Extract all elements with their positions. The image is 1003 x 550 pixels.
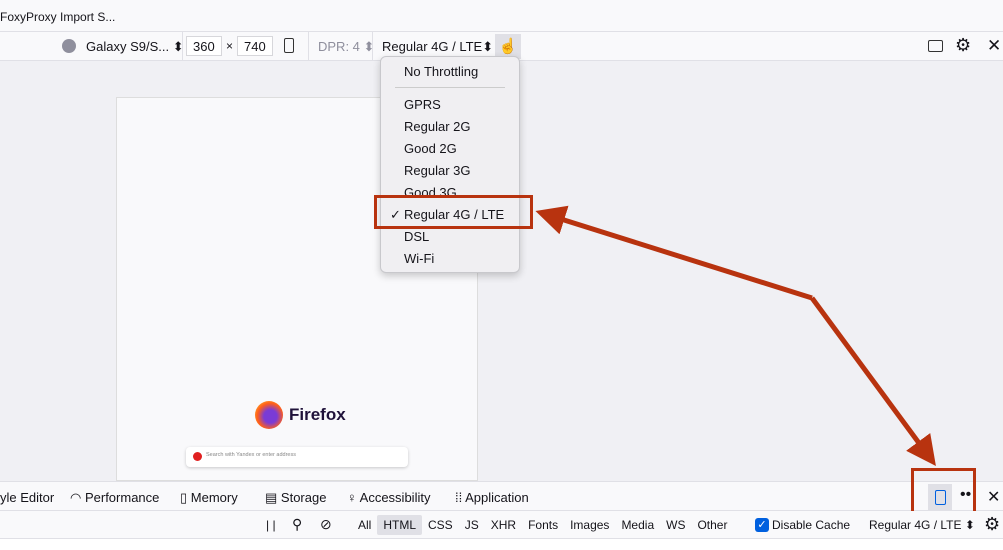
arrow-to-button: [809, 296, 936, 467]
arrow-to-menu: [535, 205, 813, 301]
annotation-arrows: [535, 205, 936, 467]
